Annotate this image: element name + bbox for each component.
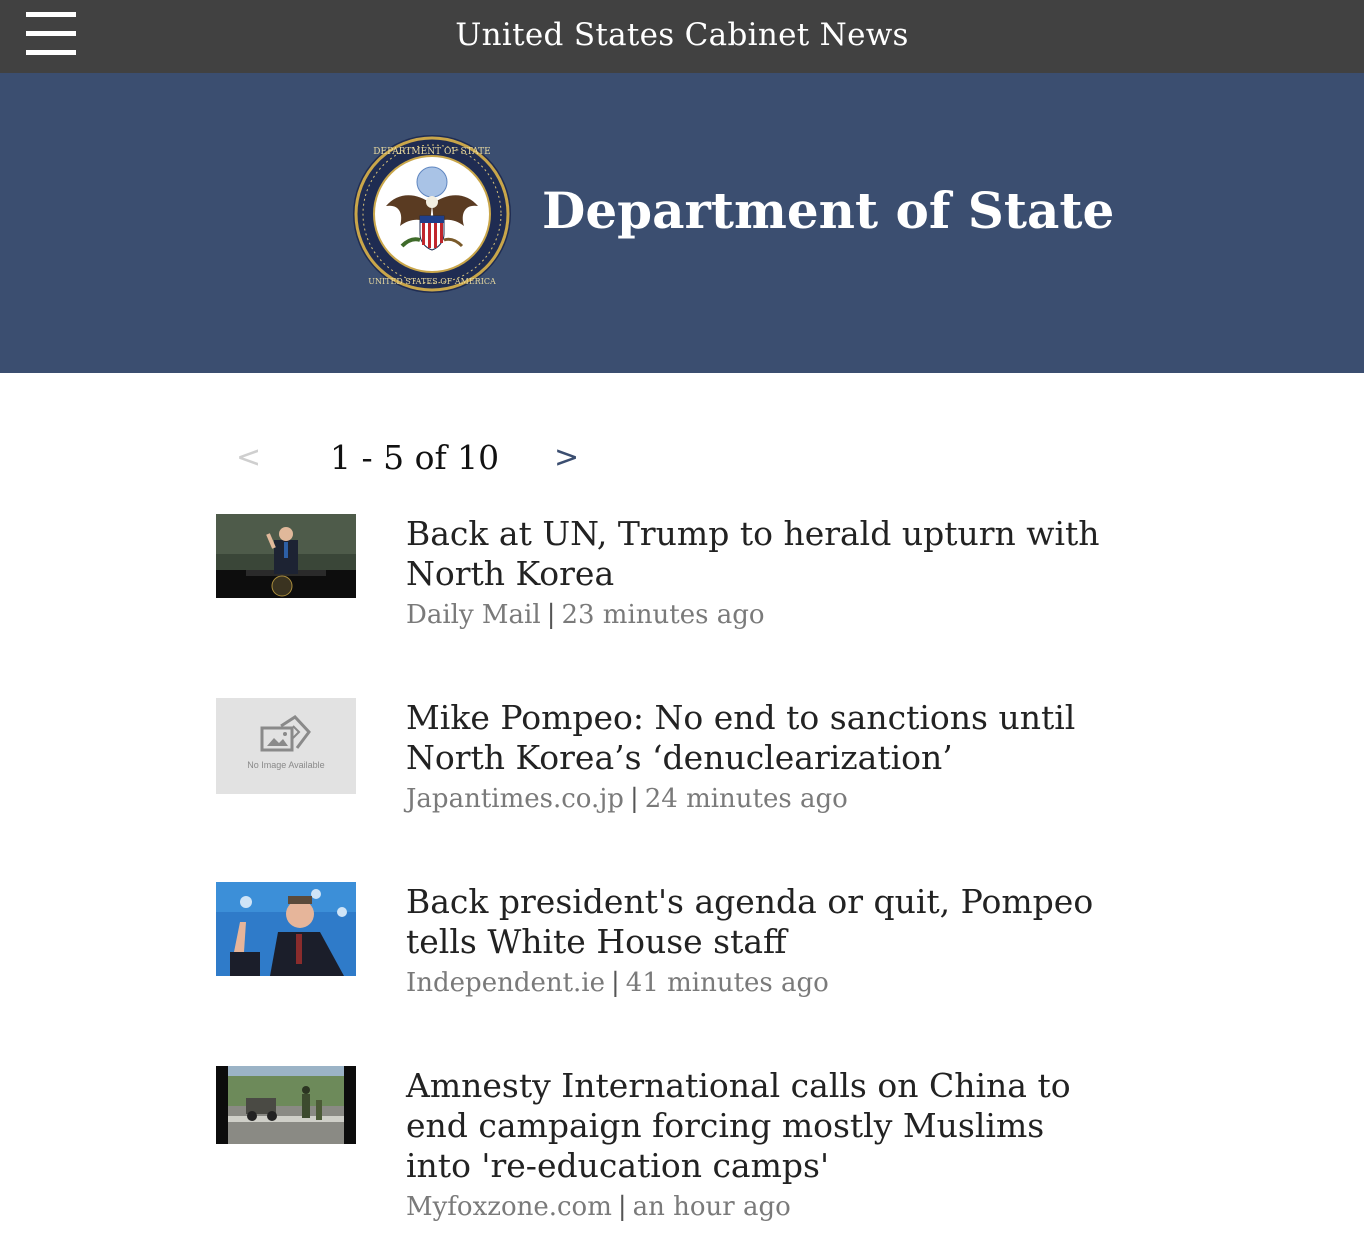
department-of-state-seal-icon: DEPARTMENT OF STATE UNITED STATES OF AME…	[353, 135, 511, 293]
news-meta: Independent.ie | 41 minutes ago	[406, 968, 829, 998]
news-headline[interactable]: Mike Pompeo: No end to sanctions until N…	[406, 698, 1106, 778]
news-item[interactable]: Amnesty International calls on China to …	[216, 1066, 1116, 1236]
top-navigation-bar: United States Cabinet News	[0, 0, 1364, 73]
meta-separator: |	[611, 968, 620, 998]
news-item[interactable]: No Image Available Mike Pompeo: No end t…	[216, 698, 1116, 828]
news-timestamp: an hour ago	[632, 1192, 791, 1222]
no-image-placeholder[interactable]: No Image Available	[216, 698, 356, 794]
no-image-caption: No Image Available	[247, 760, 325, 770]
news-headline[interactable]: Amnesty International calls on China to …	[406, 1066, 1106, 1186]
svg-text:UNITED STATES OF AMERICA: UNITED STATES OF AMERICA	[368, 277, 496, 286]
news-source: Daily Mail	[406, 600, 541, 630]
news-meta: Myfoxzone.com | an hour ago	[406, 1192, 791, 1222]
next-page-button[interactable]: >	[554, 440, 579, 475]
news-thumbnail-image[interactable]	[216, 882, 356, 976]
news-item[interactable]: Back at UN, Trump to herald upturn with …	[216, 514, 1116, 644]
meta-separator: |	[546, 600, 556, 630]
news-item[interactable]: Back president's agenda or quit, Pompeo …	[216, 882, 1116, 1012]
news-source: Japantimes.co.jp	[406, 784, 624, 814]
department-title: Department of State	[542, 181, 1115, 240]
news-source: Independent.ie	[406, 968, 606, 998]
svg-text:DEPARTMENT OF STATE: DEPARTMENT OF STATE	[373, 147, 490, 157]
image-placeholder-icon	[260, 715, 311, 752]
news-meta: Daily Mail | 23 minutes ago	[406, 600, 765, 630]
news-timestamp: 23 minutes ago	[561, 600, 765, 630]
app-title: United States Cabinet News	[455, 17, 909, 53]
meta-separator: |	[617, 1192, 627, 1222]
news-thumbnail-image[interactable]	[216, 514, 356, 598]
page-range-label: 1 - 5 of 10	[330, 438, 500, 477]
news-timestamp: 41 minutes ago	[625, 968, 829, 998]
news-thumbnail-image[interactable]	[216, 1066, 356, 1144]
news-headline[interactable]: Back president's agenda or quit, Pompeo …	[406, 882, 1106, 962]
news-headline[interactable]: Back at UN, Trump to herald upturn with …	[406, 514, 1106, 594]
news-source: Myfoxzone.com	[406, 1192, 612, 1222]
previous-page-button[interactable]: <	[236, 440, 261, 475]
pagination: < 1 - 5 of 10 >	[216, 436, 616, 486]
news-timestamp: 24 minutes ago	[644, 784, 848, 814]
meta-separator: |	[629, 784, 639, 814]
department-banner: DEPARTMENT OF STATE UNITED STATES OF AME…	[0, 73, 1364, 373]
news-meta: Japantimes.co.jp | 24 minutes ago	[406, 784, 848, 814]
